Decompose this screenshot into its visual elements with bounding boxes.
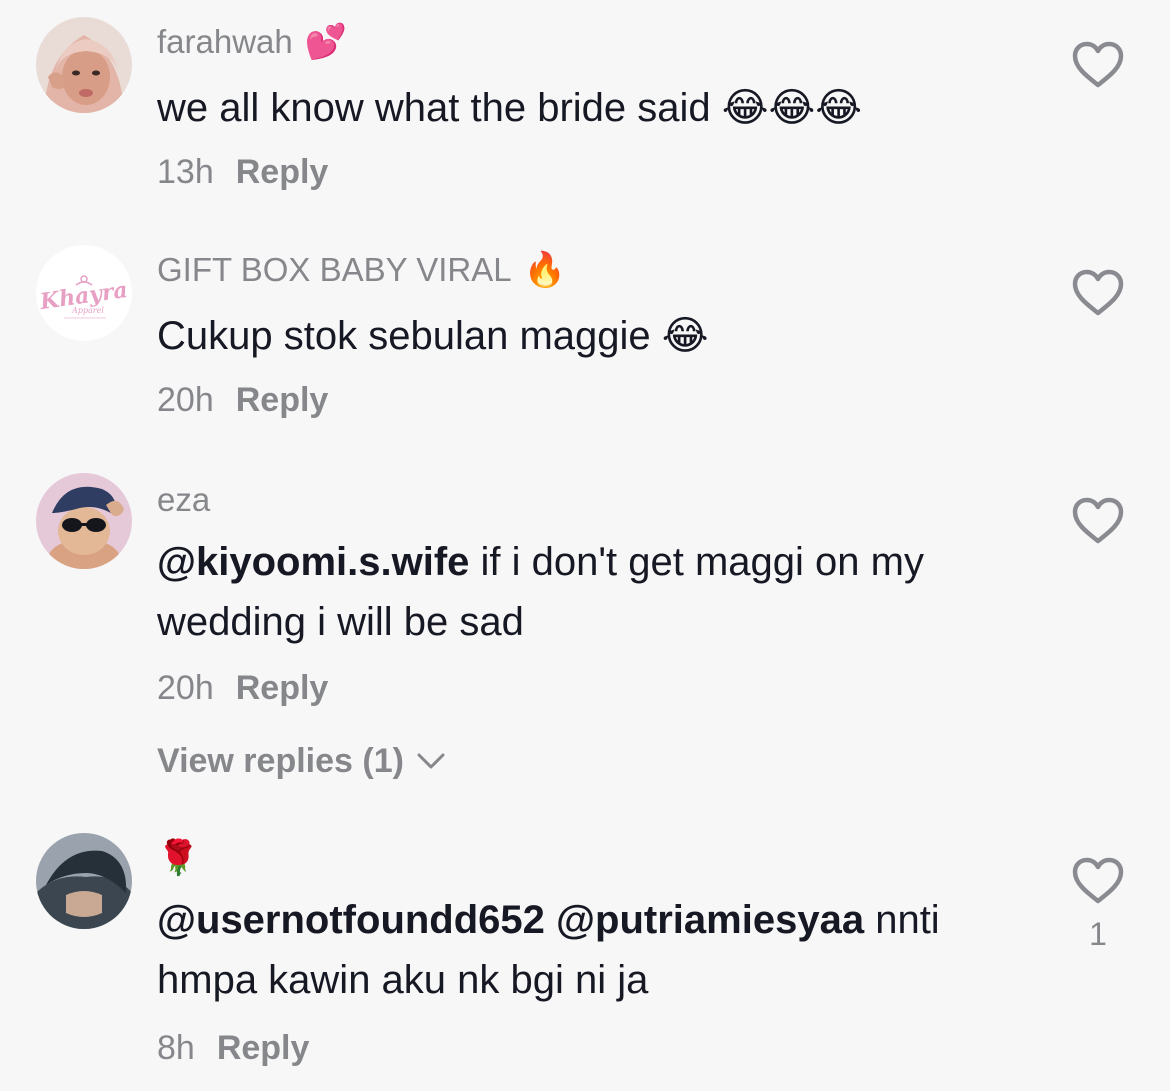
fire-emoji-icon: 🔥 [523,251,566,289]
avatar[interactable] [36,17,132,113]
like-button[interactable] [1070,496,1126,546]
comment-time: 20h [157,669,214,707]
logo-subtext: Apparel [71,306,104,315]
view-replies-label: View replies (1) [157,742,404,780]
mention-link[interactable]: @usernotfoundd652 [157,898,545,942]
heart-outline-icon [1072,269,1124,316]
comment-meta: 20h Reply [157,380,328,420]
username-text: eza [157,481,211,518]
rose-emoji-icon: 🌹 [157,839,200,877]
comment-username[interactable]: 🌹 [157,838,199,878]
comment-text: Cukup stok sebulan maggie 😂 [157,306,1037,366]
like-button[interactable] [1070,40,1126,90]
like-count: 1 [1089,916,1107,952]
avatar-image [36,833,132,929]
heart-outline-icon [1072,857,1124,904]
comment-body: Cukup stok sebulan maggie [157,314,651,358]
comment-username[interactable]: farahwah 💕 [157,22,347,62]
mention-link[interactable]: @putriamiesyaa [556,898,864,942]
comment-meta: 8h Reply [157,1028,309,1068]
reply-button[interactable]: Reply [236,381,329,419]
avatar[interactable] [36,833,132,929]
like-button[interactable] [1070,856,1126,906]
reply-button[interactable]: Reply [217,1029,310,1067]
comment-time: 13h [157,153,214,191]
comment-username[interactable]: GIFT BOX BABY VIRAL 🔥 [157,250,566,290]
comment-text: we all know what the bride said 😂😂😂 [157,78,1037,138]
reply-button[interactable]: Reply [236,669,329,707]
comment-username[interactable]: eza [157,480,210,520]
username-text: GIFT BOX BABY VIRAL [157,251,512,288]
heart-outline-icon [1072,497,1124,544]
view-replies-button[interactable]: View replies (1) [157,741,446,781]
reply-button[interactable]: Reply [236,153,329,191]
mention-link[interactable]: @kiyoomi.s.wife [157,540,469,584]
chevron-down-icon [417,753,445,769]
laughing-emoji-icon: 😂 [661,314,709,358]
laughing-emoji-icon: 😂😂😂 [721,86,862,130]
avatar-image [36,473,132,569]
comment-meta: 20h Reply [157,668,328,708]
heart-outline-icon [1072,41,1124,88]
username-text: farahwah [157,23,293,60]
comment-body: we all know what the bride said [157,86,711,130]
heart-emoji-icon: 💕 [304,23,348,61]
comment-meta: 13h Reply [157,152,328,192]
comment-time: 20h [157,381,214,419]
like-button[interactable] [1070,268,1126,318]
avatar-image [36,17,132,113]
comment-time: 8h [157,1029,195,1067]
avatar[interactable]: Khayra Apparel [36,245,132,341]
avatar[interactable] [36,473,132,569]
comment-text: @usernotfoundd652 @putriamiesyaa nnti hm… [157,890,1037,1010]
comment-text: @kiyoomi.s.wife if i don't get maggi on … [157,532,1037,652]
avatar-image: Khayra Apparel [36,245,132,341]
